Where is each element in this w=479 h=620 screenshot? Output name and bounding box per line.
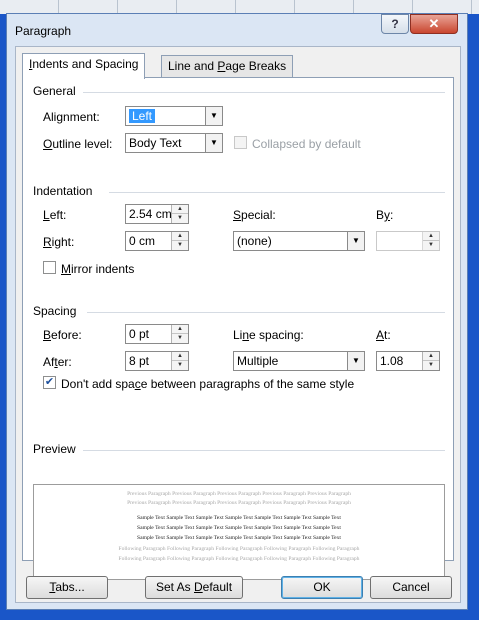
title-bar[interactable]: Paragraph ? ✕ [7,14,467,46]
spin-up-icon[interactable]: ▲ [172,205,188,214]
spin-down-icon[interactable]: ▼ [423,361,439,370]
spin-up-icon[interactable]: ▲ [423,232,439,241]
dont-add-space-checkbox[interactable]: ✔ [43,376,56,389]
divider [83,450,445,451]
background-grid [0,0,479,14]
help-button[interactable]: ? [381,14,409,34]
cancel-button[interactable]: Cancel [370,576,452,599]
tab-indents-and-spacing[interactable]: Indents and Spacing [22,53,146,79]
preview-sample-line: Sample Text Sample Text Sample Text Samp… [137,525,341,531]
spin-down-icon[interactable]: ▼ [172,214,188,223]
special-value: (none) [237,234,272,248]
tab-panel: General Alignment: Left ▼ Outline level:… [22,77,454,580]
right-indent-label: Right: [43,235,75,249]
spin-up-icon[interactable]: ▲ [172,232,188,241]
mirror-indents-label: Mirror indents [61,262,135,276]
by-label: By: [376,208,394,222]
at-value: 1.08 [380,354,404,368]
mirror-indents-checkbox[interactable] [43,261,56,274]
before-spinner[interactable]: 0 pt ▲ ▼ [125,324,189,344]
spin-down-icon[interactable]: ▼ [172,241,188,250]
spinner-buttons[interactable]: ▲ ▼ [171,232,188,250]
preview-previous-line: Previous Paragraph Previous Paragraph Pr… [127,500,351,506]
outline-level-label: Outline level: [43,137,113,151]
divider [109,192,445,193]
set-as-default-button[interactable]: Set As Default [145,576,243,599]
close-button[interactable]: ✕ [410,14,458,34]
special-dropdown[interactable]: (none) ▼ [233,231,365,251]
chevron-down-icon[interactable]: ▼ [347,232,364,250]
right-indent-value: 0 cm [129,234,156,248]
tab-line-and-page-breaks[interactable]: Line and Page Breaks [161,55,294,77]
tabs-button[interactable]: Tabs... [26,576,108,599]
spinner-buttons[interactable]: ▲ ▼ [422,352,439,370]
by-spinner[interactable]: ▲ ▼ [376,231,440,251]
preview-previous-line: Previous Paragraph Previous Paragraph Pr… [127,491,351,497]
after-value: 8 pt [129,354,150,368]
indentation-heading: Indentation [33,184,93,198]
preview-sample-line: Sample Text Sample Text Sample Text Samp… [137,535,341,541]
spin-up-icon[interactable]: ▲ [172,352,188,361]
after-label: After: [43,355,72,369]
preview-sample-line: Sample Text Sample Text Sample Text Samp… [137,515,341,521]
spin-down-icon[interactable]: ▼ [423,241,439,250]
alignment-label: Alignment: [43,110,100,124]
chevron-down-icon[interactable]: ▼ [205,134,222,152]
divider [87,312,445,313]
spin-down-icon[interactable]: ▼ [172,361,188,370]
spin-up-icon[interactable]: ▲ [172,325,188,334]
line-spacing-value: Multiple [237,354,279,368]
outline-level-value: Body Text [129,136,182,150]
alignment-value: Left [129,109,156,123]
preview-heading: Preview [33,442,76,456]
tab-label: Indents and Spacing [29,57,138,71]
special-label: Special: [233,208,276,222]
tab-label-rest: ndents and Spacing [32,57,139,71]
before-value: 0 pt [129,327,150,341]
at-spinner[interactable]: 1.08 ▲ ▼ [376,351,440,371]
at-label: At: [376,328,391,342]
dont-add-space-label: Don't add space between paragraphs of th… [61,377,355,391]
outline-level-dropdown[interactable]: Body Text ▼ [125,133,223,153]
ok-button[interactable]: OK [281,576,363,599]
spinner-buttons[interactable]: ▲ ▼ [171,205,188,223]
spin-down-icon[interactable]: ▼ [172,334,188,343]
left-indent-spinner[interactable]: 2.54 cm ▲ ▼ [125,204,189,224]
spacing-heading: Spacing [33,304,77,318]
checkmark-icon: ✔ [44,376,55,388]
spinner-buttons[interactable]: ▲ ▼ [171,325,188,343]
divider [83,92,445,93]
paragraph-dialog: Paragraph ? ✕ Indents and Spacing Line a… [6,13,468,610]
before-label: Before: [43,328,82,342]
left-indent-label: Left: [43,208,67,222]
dialog-client: Indents and Spacing Line and Page Breaks… [15,46,461,603]
right-indent-spinner[interactable]: 0 cm ▲ ▼ [125,231,189,251]
tab-label: Line and Page Breaks [168,59,287,73]
general-heading: General [33,84,76,98]
dialog-title: Paragraph [15,24,72,38]
collapsed-checkbox[interactable] [234,136,247,149]
chevron-down-icon[interactable]: ▼ [205,107,222,125]
spin-up-icon[interactable]: ▲ [423,352,439,361]
preview-following-line: Following Paragraph Following Paragraph … [118,546,360,552]
line-spacing-label: Line spacing: [233,328,304,342]
alignment-dropdown[interactable]: Left ▼ [125,106,223,126]
preview-following-line: Following Paragraph Following Paragraph … [118,556,360,562]
line-spacing-dropdown[interactable]: Multiple ▼ [233,351,365,371]
preview-box: Previous Paragraph Previous Paragraph Pr… [33,484,445,580]
left-indent-value: 2.54 cm [129,207,172,221]
chevron-down-icon[interactable]: ▼ [347,352,364,370]
spinner-buttons[interactable]: ▲ ▼ [422,232,439,250]
spinner-buttons[interactable]: ▲ ▼ [171,352,188,370]
collapsed-label: Collapsed by default [252,137,361,151]
after-spinner[interactable]: 8 pt ▲ ▼ [125,351,189,371]
